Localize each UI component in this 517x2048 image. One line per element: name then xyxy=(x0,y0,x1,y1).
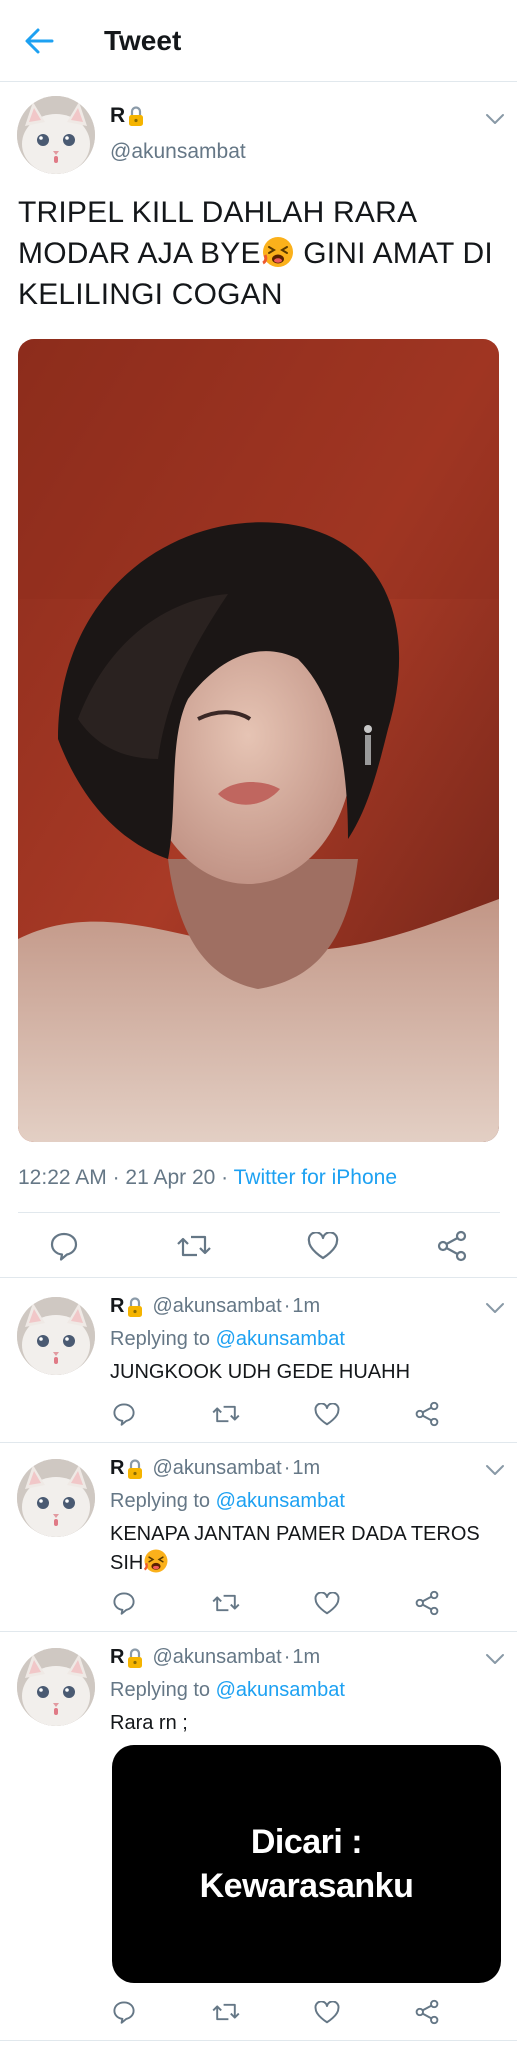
author-name-row[interactable]: R xyxy=(110,104,145,128)
lock-icon xyxy=(127,105,145,127)
replying-to-label: Replying to xyxy=(110,1328,211,1350)
tweet-meta: 12:22 AM · 21 Apr 20 · Twitter for iPhon… xyxy=(18,1166,397,1190)
share-icon[interactable] xyxy=(415,1401,439,1427)
top-bar: Tweet xyxy=(0,0,517,82)
retweet-icon[interactable] xyxy=(212,1591,240,1615)
avatar[interactable] xyxy=(17,96,95,174)
lock-icon xyxy=(126,1458,144,1480)
reply-avatar[interactable] xyxy=(17,1459,95,1537)
replying-to-mention[interactable]: @akunsambat xyxy=(216,1679,345,1701)
lock-icon xyxy=(126,1647,144,1669)
reply-author-handle: @akunsambat xyxy=(152,1457,282,1479)
replying-to: Replying to @akunsambat xyxy=(110,1679,345,1702)
like-heart-icon[interactable] xyxy=(314,1403,340,1426)
reply-author-name[interactable]: R xyxy=(110,1295,124,1318)
retweet-icon[interactable] xyxy=(177,1231,211,1261)
reply-icon[interactable] xyxy=(112,1402,136,1426)
tweet-date: 21 Apr 20 xyxy=(125,1166,216,1189)
reply-image[interactable]: Dicari : Kewarasanku xyxy=(112,1745,501,1983)
meta-separator: · xyxy=(283,1295,291,1317)
replying-to: Replying to @akunsambat xyxy=(110,1328,345,1351)
replying-to-label: Replying to xyxy=(110,1679,211,1701)
tired-face-emoji-icon xyxy=(261,235,295,269)
like-heart-icon[interactable] xyxy=(307,1232,339,1260)
reply-author-name[interactable]: R xyxy=(110,1646,124,1669)
divider xyxy=(0,2040,517,2041)
replying-to-mention[interactable]: @akunsambat xyxy=(216,1328,345,1350)
tweet-photo[interactable] xyxy=(18,339,499,1142)
meta-separator: · xyxy=(215,1166,234,1189)
reply-time: 1m xyxy=(292,1295,321,1317)
page-title: Tweet xyxy=(104,25,182,56)
replying-to-mention[interactable]: @akunsambat xyxy=(216,1490,345,1512)
author-name: R xyxy=(110,104,126,127)
tweet-time: 12:22 AM xyxy=(18,1166,107,1189)
retweet-icon[interactable] xyxy=(212,2000,240,2024)
tired-face-emoji-icon xyxy=(143,1548,169,1574)
meta-separator: · xyxy=(283,1646,291,1668)
reply-author-name[interactable]: R xyxy=(110,1457,124,1480)
replying-to-label: Replying to xyxy=(110,1490,211,1512)
divider xyxy=(0,1277,517,1278)
meta-separator: · xyxy=(106,1166,126,1189)
like-heart-icon[interactable] xyxy=(314,2001,340,2024)
reply-icon[interactable] xyxy=(112,1591,136,1615)
reply-icon[interactable] xyxy=(112,2000,136,2024)
reply-avatar[interactable] xyxy=(17,1648,95,1726)
reply-time: 1m xyxy=(292,1457,321,1479)
share-icon[interactable] xyxy=(415,1590,439,1616)
back-arrow-icon[interactable] xyxy=(22,24,56,58)
lock-icon xyxy=(126,1296,144,1318)
share-icon[interactable] xyxy=(415,1999,439,2025)
replying-to: Replying to @akunsambat xyxy=(110,1490,345,1513)
like-heart-icon[interactable] xyxy=(314,1592,340,1615)
reply-header: R @akunsambat · 1m xyxy=(110,1457,320,1480)
chevron-down-icon[interactable] xyxy=(484,1463,506,1477)
reply-header: R @akunsambat · 1m xyxy=(110,1295,320,1318)
author-handle: @akunsambat xyxy=(110,140,246,163)
reply-text: JUNGKOOK UDH GEDE HUAHH xyxy=(110,1361,411,1383)
reply-avatar[interactable] xyxy=(17,1297,95,1375)
reply-text: KENAPA JANTAN PAMER DADA TEROS SIH xyxy=(110,1520,505,1577)
reply-text: Rara rn ; xyxy=(110,1712,188,1734)
divider xyxy=(18,1212,500,1213)
share-icon[interactable] xyxy=(437,1230,467,1262)
chevron-down-icon[interactable] xyxy=(484,1652,506,1666)
tweet-client-link[interactable]: Twitter for iPhone xyxy=(234,1166,397,1189)
reply-header: R @akunsambat · 1m xyxy=(110,1646,320,1669)
divider xyxy=(0,1442,517,1443)
image-caption: Dicari : Kewarasanku xyxy=(199,1823,414,1905)
reply-icon[interactable] xyxy=(49,1231,79,1261)
reply-time: 1m xyxy=(292,1646,321,1668)
divider xyxy=(0,1631,517,1632)
chevron-down-icon[interactable] xyxy=(484,1301,506,1315)
reply-author-handle: @akunsambat xyxy=(152,1646,282,1668)
tweet-text: TRIPEL KILL DAHLAH RARA MODAR AJA BYE GI… xyxy=(18,192,508,315)
meta-separator: · xyxy=(283,1457,291,1479)
reply-author-handle: @akunsambat xyxy=(152,1295,282,1317)
retweet-icon[interactable] xyxy=(212,1402,240,1426)
chevron-down-icon[interactable] xyxy=(484,112,506,126)
